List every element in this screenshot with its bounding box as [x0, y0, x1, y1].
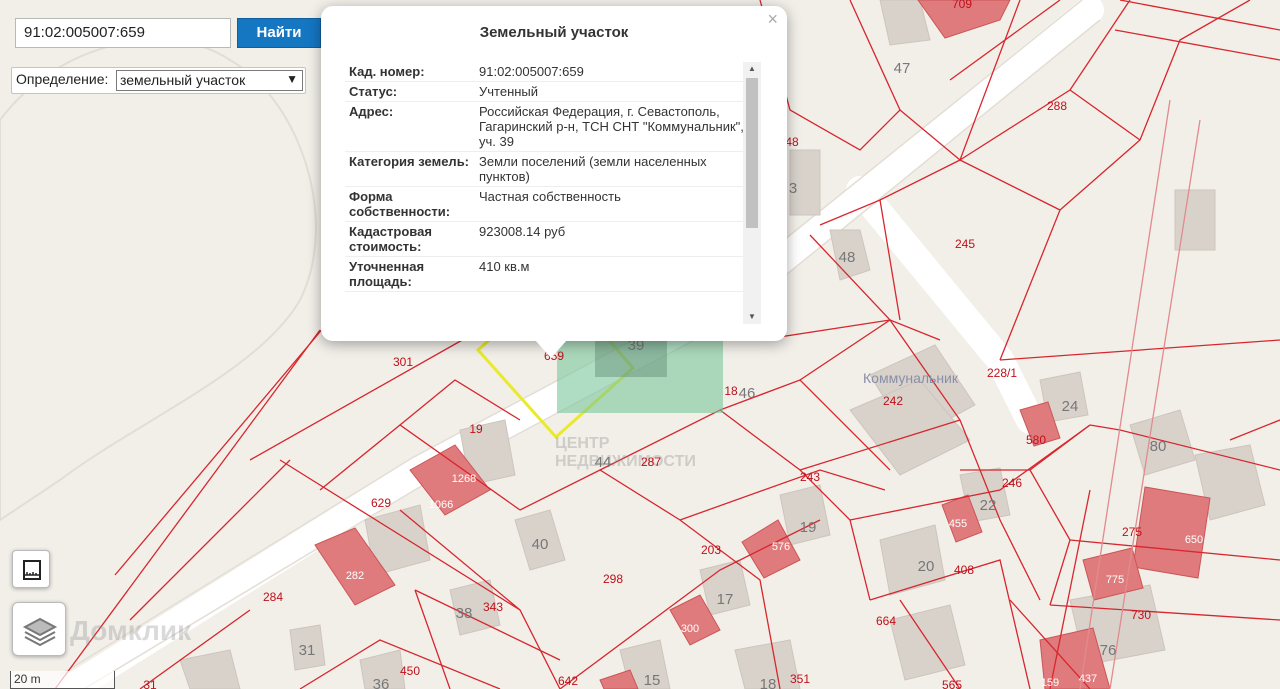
popup-row-key: Форма собственности:: [349, 189, 451, 219]
parcel-label: 288: [1047, 99, 1067, 113]
parcel-label: 36: [373, 676, 390, 689]
popup-table: Кад. номер: 91:02:005007:659 Статус: Учтенн…: [345, 62, 745, 322]
parcel-label: 159: [1041, 677, 1059, 689]
parcel-label: 48: [839, 249, 856, 266]
parcel-label: 24: [1062, 398, 1079, 415]
parcel-label: 300: [681, 623, 699, 635]
parcel-label: 20: [918, 558, 935, 575]
parcel-label: 18: [760, 676, 777, 689]
definition-panel: Определение: земельный участок ▼: [11, 67, 306, 94]
popup-row-value: Российская Федерация, г. Севастополь, Га…: [479, 104, 744, 149]
parcel-label: 455: [949, 518, 967, 530]
parcel-label: 242: [883, 394, 903, 408]
popup-row-value: Учтенный: [479, 84, 539, 99]
popup-row: Уточненная площадь: 410 кв.м: [345, 257, 745, 292]
parcel-label: 642: [558, 674, 578, 688]
parcel-label: 650: [1185, 534, 1203, 546]
popup-row-key: Категория земель:: [349, 154, 470, 169]
parcel-label: 629: [371, 496, 391, 510]
popup-row-value: 923008.14 руб: [479, 224, 566, 239]
popup-row: Форма собственности: Частная собственност…: [345, 187, 745, 222]
popup-row-value: Земли поселений (земли населенных пункто…: [479, 154, 707, 184]
parcel-label: 1268: [452, 473, 476, 485]
parcel-label: 282: [346, 570, 364, 582]
parcel-label: 343: [483, 600, 503, 614]
popup-row-key: Уточненная площадь:: [349, 259, 425, 289]
popup-row-value: 91:02:005007:659: [479, 64, 584, 79]
parcel-label: 408: [954, 563, 974, 577]
parcel-label: 80: [1150, 438, 1167, 455]
parcel-label: 275: [1122, 525, 1142, 539]
parcel-label: 775: [1106, 574, 1124, 586]
parcel-label: 3: [789, 180, 797, 197]
layers-button[interactable]: [12, 602, 66, 656]
popup-row: Кад. номер: 91:02:005007:659: [345, 62, 745, 82]
parcel-label: 31: [299, 642, 316, 659]
parcel-label: 228/1: [987, 366, 1017, 380]
parcel-label: 44: [595, 454, 612, 471]
parcel-label: 18: [724, 384, 738, 398]
parcel-label: 351: [790, 672, 810, 686]
scroll-down-icon[interactable]: ▼: [743, 310, 761, 324]
parcel-label: 15: [644, 672, 661, 689]
popup-row-key: Кадастровая стоимость:: [349, 224, 432, 254]
parcel-label: 22: [980, 497, 997, 514]
parcel-label: 580: [1026, 433, 1046, 447]
parcel-label: 19: [469, 422, 483, 436]
parcel-label: 31: [143, 678, 157, 689]
parcel-label: 709: [952, 0, 972, 11]
search-input[interactable]: 91:02:005007:659: [15, 18, 231, 48]
parcel-label: 287: [641, 455, 661, 469]
parcel-label: 47: [894, 60, 911, 77]
parcel-label: 565: [942, 678, 962, 689]
popup-row: Адрес: Российская Федерация, г. Севастопо…: [345, 102, 745, 152]
parcel-label: 298: [603, 572, 623, 586]
ruler-icon: [23, 560, 41, 580]
definition-selected-value: земельный участок: [120, 72, 246, 88]
popup-row-key: Кад. номер:: [349, 64, 425, 79]
search-button[interactable]: Найти: [237, 18, 321, 48]
parcel-label: 76: [1100, 642, 1117, 659]
parcel-label: 17: [717, 591, 734, 608]
popup-row-key: Адрес:: [349, 104, 394, 119]
parcel-label: 243: [800, 470, 820, 484]
parcel-label: 48: [785, 135, 799, 149]
popup-row-value: 410 кв.м: [479, 259, 530, 274]
parcel-label: 730: [1131, 608, 1151, 622]
popup-row: Кадастровая стоимость: 923008.14 руб: [345, 222, 745, 257]
parcel-label: 437: [1079, 673, 1097, 685]
popup-row-value: Частная собственность: [479, 189, 621, 204]
definition-select[interactable]: земельный участок ▼: [116, 70, 303, 91]
popup-row: Категория земель: Земли поселений (земли …: [345, 152, 745, 187]
popup-scrollbar[interactable]: ▲ ▼: [743, 62, 761, 324]
popup-title: Земельный участок: [479, 24, 629, 41]
parcel-label: 450: [400, 664, 420, 678]
parcel-label: 301: [393, 355, 413, 369]
parcel-label: 246: [1002, 476, 1022, 490]
ruler-button[interactable]: [12, 550, 50, 588]
parcel-label: 1066: [429, 499, 453, 511]
parcel-popup: × Земельный участок Кад. номер: 91:02:005…: [321, 6, 787, 341]
parcel-label: 203: [701, 543, 721, 557]
popup-pointer: [535, 340, 567, 358]
definition-label: Определение:: [16, 71, 109, 87]
chevron-down-icon: ▼: [286, 72, 298, 86]
parcel-label: 40: [532, 536, 549, 553]
parcel-label: 576: [772, 541, 790, 553]
popup-row: Статус: Учтенный: [345, 82, 745, 102]
popup-row-key: Статус:: [349, 84, 398, 99]
scale-bar: 20 m: [10, 671, 115, 689]
parcel-label: 38: [456, 605, 473, 622]
layers-icon: [22, 617, 58, 647]
parcel-label: 46: [739, 385, 756, 402]
scrollbar-thumb[interactable]: [746, 78, 758, 228]
parcel-label: 245: [955, 237, 975, 251]
parcel-label: 664: [876, 614, 896, 628]
parcel-label: 19: [800, 519, 817, 536]
scroll-up-icon[interactable]: ▲: [743, 62, 761, 76]
parcel-label: 284: [263, 590, 283, 604]
